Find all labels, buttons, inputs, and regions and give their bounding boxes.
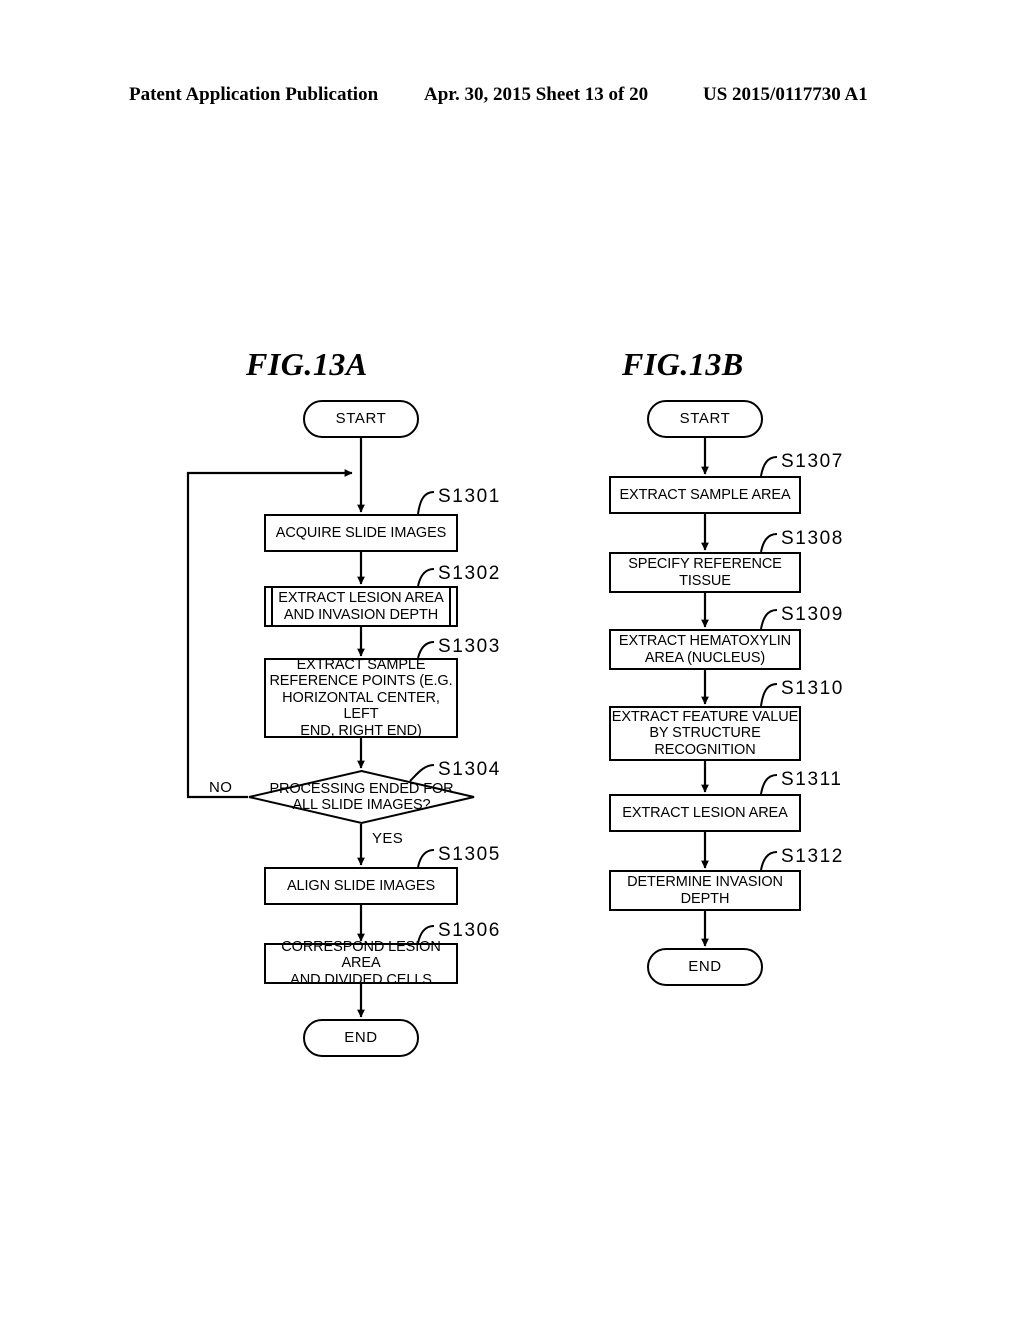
node-extract-hematoxylin-area: EXTRACT HEMATOXYLIN AREA (NUCLEUS)	[609, 629, 801, 670]
step-label-s1304: S1304	[438, 759, 501, 780]
flowchart-connectors	[186, 438, 778, 1018]
branch-label-yes: YES	[372, 830, 404, 847]
patent-number-label: US 2015/0117730 A1	[703, 84, 868, 105]
step-label-s1301: S1301	[438, 486, 501, 507]
node-align-slide-images: ALIGN SLIDE IMAGES	[264, 867, 458, 905]
step-label-s1307: S1307	[781, 451, 844, 472]
branch-label-no: NO	[209, 779, 233, 796]
step-label-s1306: S1306	[438, 920, 501, 941]
node-correspond-lesion-area: CORRESPOND LESION AREA AND DIVIDED CELLS	[264, 939, 458, 988]
page-header: Patent Application Publication Apr. 30, …	[0, 84, 1024, 114]
node-end-13a: END	[303, 1019, 419, 1057]
node-extract-lesion-area-and-invasion-depth: EXTRACT LESION AREA AND INVASION DEPTH	[264, 586, 458, 627]
step-label-s1309: S1309	[781, 604, 844, 625]
step-label-s1302: S1302	[438, 563, 501, 584]
step-label-s1310: S1310	[781, 678, 844, 699]
node-extract-sample-reference-points: EXTRACT SAMPLE REFERENCE POINTS (E.G. HO…	[264, 657, 458, 739]
node-start-13b: START	[647, 400, 763, 438]
node-extract-feature-value: EXTRACT FEATURE VALUE BY STRUCTURE RECOG…	[609, 706, 801, 761]
publication-label: Patent Application Publication	[129, 84, 379, 105]
node-extract-lesion-area-13b: EXTRACT LESION AREA	[609, 794, 801, 832]
figure-title-13a: FIG.13A	[246, 346, 368, 382]
step-label-s1311: S1311	[781, 769, 843, 790]
node-end-13b: END	[647, 948, 763, 986]
node-specify-reference-tissue: SPECIFY REFERENCE TISSUE	[609, 552, 801, 593]
step-label-s1303: S1303	[438, 636, 501, 657]
node-extract-sample-area: EXTRACT SAMPLE AREA	[609, 476, 801, 514]
node-determine-invasion-depth: DETERMINE INVASION DEPTH	[609, 870, 801, 911]
date-sheet-label: Apr. 30, 2015 Sheet 13 of 20	[424, 84, 649, 105]
step-label-s1312: S1312	[781, 846, 844, 867]
node-acquire-slide-images: ACQUIRE SLIDE IMAGES	[264, 514, 458, 552]
node-start-13a: START	[303, 400, 419, 438]
step-label-s1305: S1305	[438, 844, 501, 865]
figure-title-13b: FIG.13B	[622, 346, 744, 382]
step-label-s1308: S1308	[781, 528, 844, 549]
